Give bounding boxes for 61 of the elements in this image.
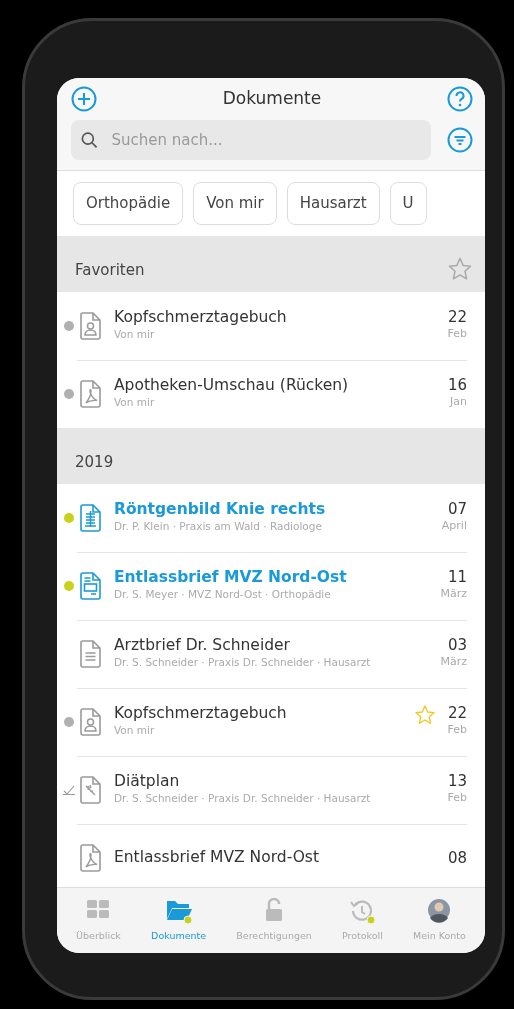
filter-chip[interactable]: Von mir bbox=[193, 182, 277, 225]
section-title: Favoriten bbox=[75, 260, 145, 281]
document-title: Arztbrief Dr. Schneider bbox=[114, 636, 291, 655]
date-day: 11 bbox=[440, 568, 467, 587]
search-field[interactable]: Suchen nach... bbox=[109, 127, 421, 153]
document-source: Dr. S. Meyer · MVZ Nord-Ost · Orthopädie bbox=[114, 586, 332, 602]
search-bar[interactable]: Suchen nach... bbox=[71, 120, 431, 160]
document-source: Von mir bbox=[114, 326, 156, 342]
text-document-icon bbox=[79, 639, 102, 668]
document-source: Dr. S. Schneider · Praxis Dr. Schneider · Hausarzt bbox=[114, 790, 372, 806]
person-document-icon bbox=[79, 311, 102, 340]
date-day: 22 bbox=[447, 704, 467, 723]
date-month: April bbox=[441, 518, 467, 535]
form-document-icon bbox=[79, 571, 102, 600]
date-day: 07 bbox=[441, 500, 467, 519]
filter-chip[interactable]: Hausarzt bbox=[286, 182, 380, 225]
date-month: Feb bbox=[447, 326, 467, 343]
document-row[interactable]: Diätplan Dr. S. Schneider · Praxis Dr. Schneider · Hausarzt 13 Feb bbox=[57, 755, 485, 824]
star-outline-icon[interactable] bbox=[447, 255, 473, 282]
document-title: Kopfschmerztagebuch bbox=[114, 704, 288, 723]
person-document-icon bbox=[79, 707, 102, 736]
filter-icon[interactable] bbox=[447, 127, 473, 153]
date-month: Feb bbox=[447, 722, 467, 739]
document-row[interactable]: Röntgenbild Knie rechts Dr. P. Klein · Praxis am Wald · Radiologe 07 April bbox=[57, 483, 485, 552]
document-title: Röntgenbild Knie rechts bbox=[114, 500, 327, 519]
document-source: Von mir bbox=[114, 394, 156, 410]
filter-chip[interactable]: Orthopädie bbox=[73, 182, 184, 225]
pdf-document-icon bbox=[79, 379, 102, 408]
search-icon bbox=[81, 131, 98, 149]
document-row[interactable]: Entlassbrief MVZ Nord-Ost Dr. S. Meyer · MVZ Nord-Ost · Orthopädie 11 März bbox=[57, 551, 485, 620]
document-source: Dr. S. Schneider · Praxis Dr. Schneider · Hausarzt bbox=[114, 654, 372, 670]
document-row[interactable]: Kopfschmerztagebuch Von mir 22 Feb bbox=[57, 291, 485, 360]
screen-title: Dokumente bbox=[222, 87, 322, 111]
help-icon[interactable] bbox=[447, 86, 473, 112]
date-month: März bbox=[440, 586, 467, 603]
xray-document-icon bbox=[79, 503, 102, 532]
section-title: 2019 bbox=[75, 452, 114, 473]
filter-chip[interactable]: U bbox=[389, 182, 427, 225]
document-title: Apotheken-Umschau (Rücken) bbox=[114, 376, 350, 395]
date-month: Jan bbox=[448, 394, 467, 411]
document-title: Entlassbrief MVZ Nord-Ost bbox=[114, 568, 348, 587]
pdf-document-icon bbox=[79, 843, 102, 872]
document-row[interactable]: Kopfschmerztagebuch Von mir 22 Feb bbox=[57, 687, 485, 756]
date-day: 13 bbox=[447, 772, 467, 791]
document-source: Dr. P. Klein · Praxis am Wald · Radiologe bbox=[114, 518, 323, 534]
document-title: Entlassbrief MVZ Nord-Ost bbox=[114, 848, 320, 867]
document-title: Diätplan bbox=[114, 772, 181, 791]
date-day: 08 bbox=[447, 848, 467, 867]
document-row[interactable]: Arztbrief Dr. Schneider Dr. S. Schneider · Praxis Dr. Schneider · Hausarzt 03 März bbox=[57, 619, 485, 688]
document-title: Kopfschmerztagebuch bbox=[114, 308, 288, 327]
document-source: Von mir bbox=[114, 722, 156, 738]
date-day: 22 bbox=[447, 308, 467, 327]
document-row[interactable]: Apotheken-Umschau (Rücken) Von mir 16 Jan bbox=[57, 359, 485, 428]
checkmark-icon bbox=[63, 784, 75, 795]
add-icon[interactable] bbox=[71, 86, 97, 112]
date-day: 03 bbox=[440, 636, 467, 655]
plant-document-icon bbox=[79, 775, 102, 804]
date-month: Feb bbox=[447, 790, 467, 807]
date-day: 16 bbox=[447, 376, 467, 395]
document-row[interactable]: Entlassbrief MVZ Nord-Ost 08 bbox=[57, 823, 485, 887]
date-month: März bbox=[440, 654, 467, 671]
